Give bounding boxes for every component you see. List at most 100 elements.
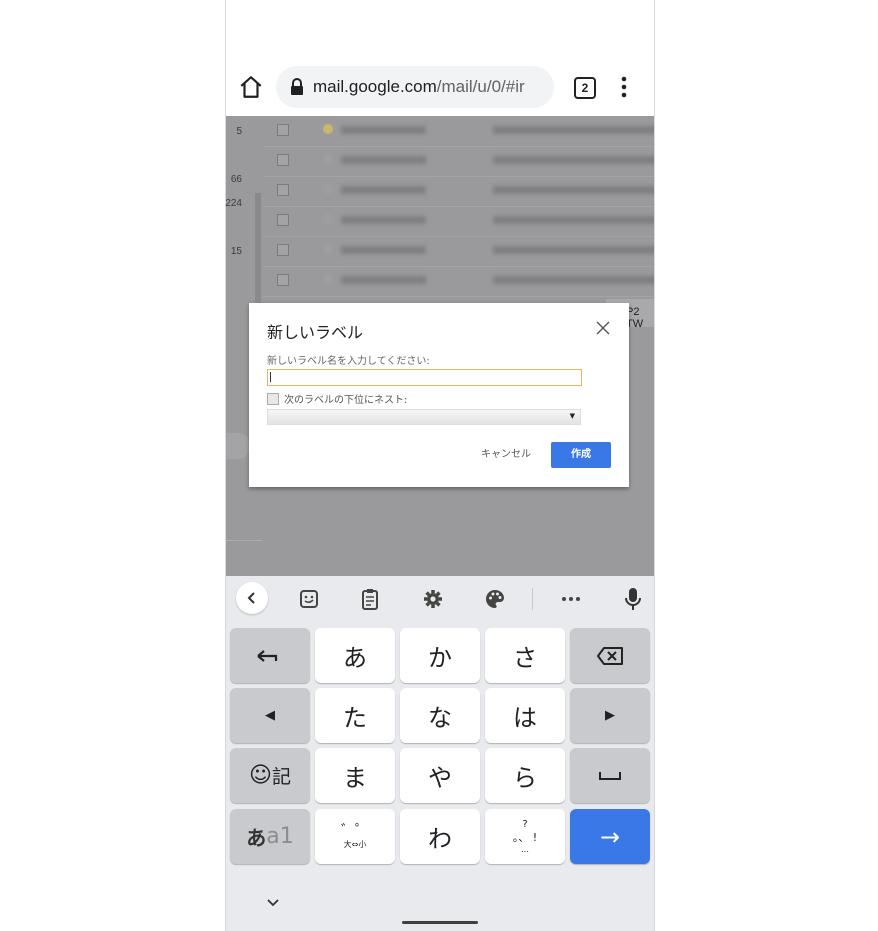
star-icon[interactable] <box>323 244 333 254</box>
enter-key[interactable]: → <box>570 809 650 864</box>
row-checkbox[interactable] <box>277 154 289 166</box>
sender-blurred <box>341 126 426 134</box>
nest-checkbox[interactable] <box>267 392 279 405</box>
sender-blurred <box>341 216 426 224</box>
key-ha[interactable]: は <box>485 688 565 743</box>
lock-icon <box>291 78 303 95</box>
input-mode-key[interactable]: あ a1 <box>230 809 310 864</box>
mode-kana: あ <box>246 826 267 850</box>
email-row[interactable] <box>263 206 654 237</box>
nest-option[interactable]: 次のラベルの下位にネスト: <box>267 391 407 406</box>
gmail-background: 5 66 224 15 P2 TW 新しいラベル 新しいラベル名を入力してくださ… <box>226 116 654 576</box>
sidebar-selected-item <box>226 433 250 459</box>
tab-switcher-button[interactable]: 2 <box>574 77 596 99</box>
key-ya[interactable]: や <box>400 748 480 803</box>
phone-screen: mail.google.com/mail/u/0/#ir 2 5 66 224 … <box>225 0 655 931</box>
key-wa[interactable]: わ <box>400 809 480 864</box>
key-sa[interactable]: さ <box>485 628 565 683</box>
address-bar[interactable]: mail.google.com/mail/u/0/#ir <box>276 66 554 108</box>
star-icon[interactable] <box>323 214 333 224</box>
nest-label: 次のラベルの下位にネスト: <box>284 395 408 406</box>
key-ma[interactable]: ま <box>315 748 395 803</box>
new-label-dialog: 新しいラベル 新しいラベル名を入力してください: 次のラベルの下位にネスト: ▼… <box>249 303 629 487</box>
email-row[interactable] <box>263 236 654 267</box>
label-name-input[interactable] <box>267 369 582 386</box>
cursor-left-key[interactable]: ◀ <box>230 688 310 743</box>
row-checkbox[interactable] <box>277 214 289 226</box>
more-vert-icon[interactable] <box>614 74 634 100</box>
key-ra[interactable]: ら <box>485 748 565 803</box>
backspace-key[interactable] <box>570 628 650 683</box>
subject-blurred <box>493 156 654 164</box>
dialog-title: 新しいラベル <box>267 323 364 342</box>
email-row[interactable] <box>263 116 654 147</box>
key-ka[interactable]: か <box>400 628 480 683</box>
sidebar-count: 66 <box>230 174 242 185</box>
row-checkbox[interactable] <box>277 274 289 286</box>
clipboard-icon[interactable] <box>357 586 383 612</box>
palette-icon[interactable] <box>482 586 508 612</box>
keyboard-toolbar <box>226 576 654 622</box>
row-checkbox[interactable] <box>277 184 289 196</box>
backspace-icon <box>597 646 623 665</box>
space-icon <box>599 771 621 780</box>
toolbar-divider <box>532 588 533 610</box>
cancel-button[interactable]: キャンセル <box>471 443 541 467</box>
punct-mid: 。、 ! <box>512 830 538 844</box>
sender-blurred <box>341 156 426 164</box>
subject-blurred <box>493 216 654 224</box>
space-key[interactable] <box>570 748 650 803</box>
sidebar-count: 224 <box>225 198 242 209</box>
url-text[interactable]: mail.google.com/mail/u/0/#ir <box>313 77 538 97</box>
undo-key[interactable] <box>230 628 310 683</box>
settings-icon[interactable] <box>420 586 446 612</box>
emoji-icon: ☺ <box>249 763 272 788</box>
punct-bottom: … <box>521 844 529 854</box>
star-icon[interactable] <box>323 274 333 284</box>
chevron-down-icon[interactable] <box>266 898 280 908</box>
emoji-symbol-key[interactable]: ☺ 記 <box>230 748 310 803</box>
gesture-nav-bar[interactable] <box>402 921 478 924</box>
star-icon[interactable] <box>323 154 333 164</box>
mode-alnum: a1 <box>266 824 294 849</box>
key-a[interactable]: あ <box>315 628 395 683</box>
subject-blurred <box>493 186 654 194</box>
parent-label-select[interactable]: ▼ <box>267 409 581 425</box>
text-caret <box>270 372 271 382</box>
browser-toolbar: mail.google.com/mail/u/0/#ir 2 <box>226 0 654 116</box>
sidebar-count: 15 <box>230 246 242 257</box>
toolbar-back-button[interactable] <box>236 582 268 614</box>
star-icon[interactable] <box>323 124 333 134</box>
row-checkbox[interactable] <box>277 244 289 256</box>
email-row[interactable] <box>263 176 654 207</box>
dakuten-key[interactable]: ゛゜ 大⇔小 <box>315 809 395 864</box>
sticker-icon[interactable] <box>296 586 322 612</box>
sender-blurred <box>341 276 426 284</box>
close-icon[interactable] <box>595 320 611 336</box>
url-path: /mail/u/0/#ir <box>436 77 525 96</box>
punctuation-key[interactable]: ? 。、 ! … <box>485 809 565 864</box>
create-button[interactable]: 作成 <box>551 442 611 468</box>
cursor-right-key[interactable]: ▶ <box>570 688 650 743</box>
key-na[interactable]: な <box>400 688 480 743</box>
more-horiz-icon[interactable] <box>558 586 584 612</box>
row-checkbox[interactable] <box>277 124 289 136</box>
kigou-label: 記 <box>271 766 291 788</box>
sidebar-count: 5 <box>236 126 242 137</box>
subject-blurred <box>493 246 654 254</box>
home-icon[interactable] <box>238 74 264 100</box>
email-row[interactable] <box>263 146 654 177</box>
undo-arrow-icon <box>257 649 278 662</box>
chevron-left-icon <box>247 592 255 604</box>
key-ta[interactable]: た <box>315 688 395 743</box>
size-toggle-label: 大⇔小 <box>343 839 367 849</box>
peek-text: P2 TW <box>626 306 644 330</box>
email-row[interactable] <box>263 266 654 297</box>
punct-top: ? <box>522 818 528 830</box>
mic-icon[interactable] <box>620 586 646 612</box>
subject-blurred <box>493 276 654 284</box>
star-icon[interactable] <box>323 184 333 194</box>
sender-blurred <box>341 186 426 194</box>
ime-keyboard: あ か さ ◀ た な は ▶ ☺ 記 ま や ら あ a1 ゛゜ 大⇔小 わ ? <box>226 576 654 931</box>
divider <box>226 540 262 541</box>
